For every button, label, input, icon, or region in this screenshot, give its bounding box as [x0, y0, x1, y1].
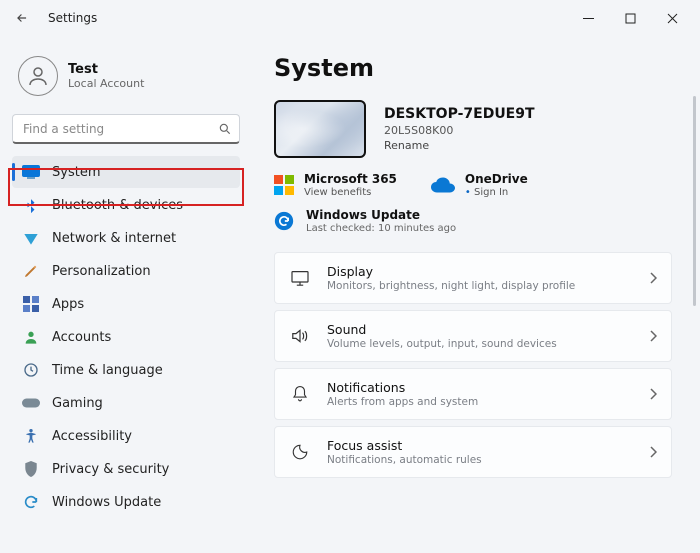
sidebar-item-accessibility[interactable]: Accessibility	[12, 420, 240, 452]
sidebar-item-apps[interactable]: Apps	[12, 288, 240, 320]
titlebar: Settings	[0, 0, 700, 36]
device-block: DESKTOP-7EDUE9T 20L5S08K00 Rename	[274, 100, 672, 158]
card-title: Display	[327, 264, 649, 279]
accessibility-icon	[22, 427, 40, 445]
card-title: Focus assist	[327, 438, 649, 453]
card-notifications[interactable]: NotificationsAlerts from apps and system	[274, 368, 672, 420]
avatar	[18, 56, 58, 96]
focus-assist-icon	[289, 443, 311, 461]
chevron-right-icon	[649, 269, 657, 288]
card-display[interactable]: DisplayMonitors, brightness, night light…	[274, 252, 672, 304]
device-model: 20L5S08K00	[384, 124, 535, 137]
update-title: Windows Update	[306, 208, 456, 222]
nav-list: System Bluetooth & devices Network & int…	[12, 156, 240, 518]
card-subtitle: Volume levels, output, input, sound devi…	[327, 338, 649, 350]
chevron-right-icon	[649, 385, 657, 404]
card-focus-assist[interactable]: Focus assistNotifications, automatic rul…	[274, 426, 672, 478]
settings-cards: DisplayMonitors, brightness, night light…	[274, 252, 672, 478]
system-icon	[22, 163, 40, 181]
network-icon	[22, 229, 40, 247]
accounts-icon	[22, 328, 40, 346]
bluetooth-icon	[22, 196, 40, 214]
onedrive-icon	[431, 177, 455, 193]
card-title: Notifications	[327, 380, 649, 395]
service-onedrive[interactable]: OneDrive Sign In	[431, 172, 528, 198]
search-box	[12, 114, 240, 144]
sidebar-item-label: Windows Update	[52, 495, 161, 510]
services-row: Microsoft 365 View benefits OneDrive Sig…	[274, 172, 672, 198]
update-icon	[22, 493, 40, 511]
privacy-icon	[22, 460, 40, 478]
sidebar-item-label: Gaming	[52, 396, 103, 411]
sidebar-item-network[interactable]: Network & internet	[12, 222, 240, 254]
service-subtitle: Sign In	[465, 187, 528, 198]
microsoft-365-icon	[274, 175, 294, 195]
profile-subtitle: Local Account	[68, 77, 144, 90]
minimize-button[interactable]	[568, 4, 608, 32]
profile-block[interactable]: Test Local Account	[18, 56, 232, 96]
service-title: OneDrive	[465, 172, 528, 186]
update-sync-icon	[274, 211, 294, 231]
chevron-right-icon	[649, 443, 657, 462]
device-name: DESKTOP-7EDUE9T	[384, 106, 535, 122]
windows-update-block[interactable]: Windows Update Last checked: 10 minutes …	[274, 208, 672, 234]
sidebar-item-time[interactable]: Time & language	[12, 354, 240, 386]
maximize-icon	[625, 13, 636, 24]
card-title: Sound	[327, 322, 649, 337]
time-icon	[22, 361, 40, 379]
sidebar-item-privacy[interactable]: Privacy & security	[12, 453, 240, 485]
sidebar-item-label: Time & language	[52, 363, 163, 378]
scrollbar[interactable]	[693, 96, 696, 306]
card-subtitle: Monitors, brightness, night light, displ…	[327, 280, 649, 292]
sidebar-item-update[interactable]: Windows Update	[12, 486, 240, 518]
card-subtitle: Alerts from apps and system	[327, 396, 649, 408]
sidebar-item-gaming[interactable]: Gaming	[12, 387, 240, 419]
sidebar-item-personalization[interactable]: Personalization	[12, 255, 240, 287]
sound-icon	[289, 328, 311, 344]
page-title: System	[274, 54, 672, 82]
sidebar-item-accounts[interactable]: Accounts	[12, 321, 240, 353]
close-icon	[667, 13, 678, 24]
search-input[interactable]	[12, 114, 240, 144]
service-m365[interactable]: Microsoft 365 View benefits	[274, 172, 397, 198]
rename-link[interactable]: Rename	[384, 139, 535, 152]
card-subtitle: Notifications, automatic rules	[327, 454, 649, 466]
maximize-button[interactable]	[610, 4, 650, 32]
sidebar-item-label: Accounts	[52, 330, 111, 345]
sidebar: Test Local Account System Bluetooth & de…	[0, 36, 248, 553]
close-button[interactable]	[652, 4, 692, 32]
service-subtitle: View benefits	[304, 187, 397, 198]
service-title: Microsoft 365	[304, 172, 397, 186]
sidebar-item-label: Bluetooth & devices	[52, 198, 183, 213]
minimize-icon	[583, 13, 594, 24]
sidebar-item-bluetooth[interactable]: Bluetooth & devices	[12, 189, 240, 221]
sidebar-item-label: Privacy & security	[52, 462, 169, 477]
profile-name: Test	[68, 62, 144, 77]
card-sound[interactable]: SoundVolume levels, output, input, sound…	[274, 310, 672, 362]
chevron-right-icon	[649, 327, 657, 346]
sidebar-item-system[interactable]: System	[12, 156, 240, 188]
main-content: System DESKTOP-7EDUE9T 20L5S08K00 Rename…	[248, 36, 700, 553]
gaming-icon	[22, 394, 40, 412]
window-title: Settings	[48, 11, 97, 25]
sidebar-item-label: Network & internet	[52, 231, 176, 246]
device-image	[274, 100, 366, 158]
sidebar-item-label: System	[52, 165, 100, 180]
back-button[interactable]	[8, 4, 36, 32]
sidebar-item-label: Personalization	[52, 264, 151, 279]
sidebar-item-label: Accessibility	[52, 429, 132, 444]
notifications-icon	[289, 385, 311, 403]
update-subtitle: Last checked: 10 minutes ago	[306, 223, 456, 234]
display-icon	[289, 270, 311, 286]
person-icon	[26, 64, 50, 88]
apps-icon	[22, 295, 40, 313]
arrow-left-icon	[15, 11, 29, 25]
personalization-icon	[22, 262, 40, 280]
sidebar-item-label: Apps	[52, 297, 84, 312]
